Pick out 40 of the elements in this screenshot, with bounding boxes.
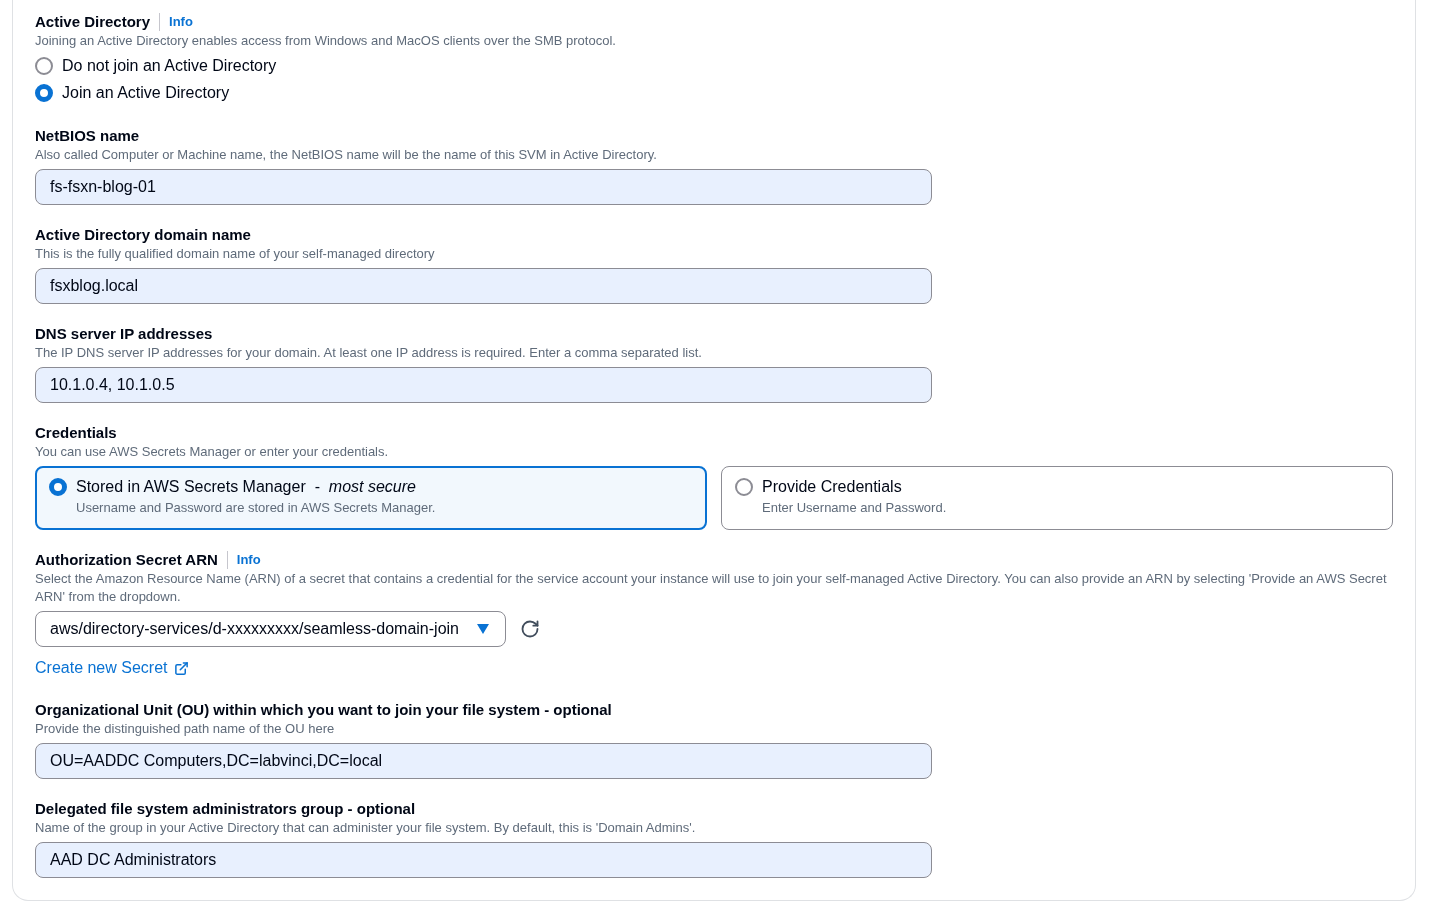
radio-button[interactable] [35,83,53,102]
field-description: Also called Computer or Machine name, the NetBIOS name will be the name of this SVM in Active Directory. [35,146,658,164]
field-description: Joining an Active Directory enables access from Windows and MacOS clients over the SMB protocol. [35,32,617,50]
radio-label: Join an Active Directory [62,82,230,103]
create-secret-link[interactable]: Create new Secret [35,658,189,678]
field-label: Active Directory domain name [35,225,251,245]
field-description: Select the Amazon Resource Name (ARN) of a secret that contains a credential for the service account your instance will use to join your self-managed Active Directory. You can also provide an ARN by selecting 'Provide an AWS Secret ARN' from the dropdown. [35,570,1388,606]
radio-label: Do not join an Active Directory [62,55,277,76]
text-field[interactable]: OU=AADDC Computers,DC=labvinci,DC=local [35,743,932,779]
info-link[interactable]: Info [236,550,261,569]
select-field[interactable]: aws/directory-services/d-xxxxxxxxx/seamless-domain-join [35,611,506,647]
field-description: Name of the group in your Active Directory that can administer your file system. By default, this is 'Domain Admins'. [35,819,697,837]
field-description: This is the fully qualified domain name of your self-managed directory [35,245,436,263]
text-field[interactable]: 10.1.0.4, 10.1.0.5 [35,367,932,403]
field-description: You can use AWS Secrets Manager or enter your credentials. [35,443,390,461]
radio-button[interactable] [35,56,53,75]
tile-description: Enter Username and Password. [762,499,947,517]
field-label: Active Directory [35,12,151,32]
field-label: Authorization Secret ARN [35,550,218,570]
text-field[interactable]: fs-fsxn-blog-01 [35,169,932,205]
option-tile[interactable]: Provide Credentials Enter Username and Password. [721,466,1393,530]
field-label: DNS server IP addresses [35,324,213,344]
option-tile[interactable]: Stored in AWS Secrets Manager - most secure Username and Password are stored in AWS Secrets Manager. [35,466,707,530]
caret-down-icon [477,624,489,634]
info-link[interactable]: Info [169,12,193,31]
field-label: Delegated file system administrators group - optional [35,799,416,819]
refresh-icon[interactable] [520,619,540,639]
field-label: NetBIOS name [35,126,140,146]
external-link-icon [173,660,189,676]
field-description: Provide the distinguished path name of the OU here [35,720,336,738]
text-field[interactable]: AAD DC Administrators [35,842,932,878]
text-field[interactable]: fsxblog.local [35,268,932,304]
tile-description: Username and Password are stored in AWS Secrets Manager. [76,499,436,517]
field-label: Organizational Unit (OU) within which you want to join your file system - optional [35,700,612,720]
field-label: Credentials [35,423,117,443]
radio-button[interactable] [49,478,67,496]
field-description: The IP DNS server IP addresses for your domain. At least one IP address is required. Enter a comma separated list. [35,344,703,362]
tile-title: Provide Credentials [762,477,903,497]
tile-title: Stored in AWS Secrets Manager - most secure [76,477,417,497]
radio-button[interactable] [735,478,753,496]
